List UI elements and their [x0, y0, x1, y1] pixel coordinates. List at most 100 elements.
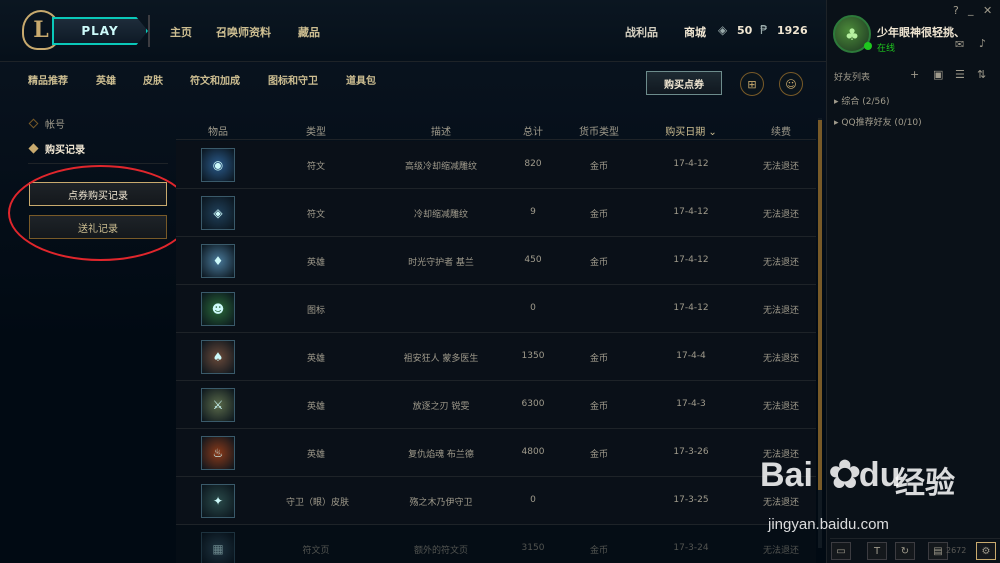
table-row[interactable]: ◉ 符文 高级冷却缩减雕纹 820 金币 17-4-12 无法退还 — [176, 141, 816, 189]
subnav-champions[interactable]: 英雄 — [96, 72, 116, 87]
cell-desc: 祖安狂人 蒙多医生 — [403, 354, 479, 364]
gift-icon[interactable]: ⊞ — [740, 72, 764, 96]
bell-icon[interactable]: ♪ — [979, 37, 986, 50]
sidebar-item-purchase-history[interactable]: 购买记录 — [28, 141, 85, 156]
table-row[interactable]: ▦ 符文页 额外的符文页 3150 金币 17-3-24 无法退还 — [176, 525, 816, 563]
sidebar-item-label: 购买记录 — [45, 145, 85, 156]
cell-type: 守卫（眼）皮肤 — [286, 498, 350, 508]
account-icon[interactable]: ☺ — [779, 72, 803, 96]
table-row[interactable]: ⚔ 英雄 放逐之刃 锐雯 6300 金币 17-4-3 无法退还 — [176, 381, 816, 429]
cell-date: 17-4-12 — [673, 303, 709, 313]
friend-group-label: 综合 (2/56) — [841, 97, 890, 107]
cell-desc: 额外的符文页 — [413, 546, 468, 556]
username[interactable]: 少年眼神很轻挑、 — [877, 24, 965, 40]
subnav-icons-wards[interactable]: 图标和守卫 — [268, 72, 318, 87]
cell-type: 英雄 — [306, 354, 325, 364]
friend-list-title: 好友列表 — [834, 73, 871, 83]
folder-icon[interactable]: ▣ — [933, 68, 943, 81]
sidebar-item-account[interactable]: 帐号 — [28, 116, 65, 131]
table-row[interactable]: ♨ 英雄 复仇焰魂 布兰德 4800 金币 17-3-26 无法退还 — [176, 429, 816, 477]
cell-date: 17-4-4 — [676, 351, 706, 361]
subnav-runes[interactable]: 符文和加成 — [190, 72, 240, 87]
friend-group-qq[interactable]: ▸ QQ推荐好友 (0/10) — [834, 115, 922, 128]
cell-type: 符文 — [306, 210, 325, 220]
cell-type: 符文页 — [302, 546, 330, 556]
cell-total: 4800 — [521, 447, 545, 457]
minimize-icon[interactable]: _ — [968, 3, 974, 16]
table-row[interactable]: ✦ 守卫（眼）皮肤 殇之木乃伊守卫 0 17-3-25 无法退还 — [176, 477, 816, 525]
col-total: 总计 — [523, 127, 543, 138]
friend-group-label: QQ推荐好友 (0/10) — [841, 118, 922, 128]
divider — [148, 15, 150, 47]
cell-refund: 无法退还 — [762, 306, 799, 316]
cell-currency: 金币 — [589, 210, 608, 220]
cell-refund: 无法退还 — [762, 210, 799, 220]
chevron-right-icon: ▸ — [834, 118, 839, 128]
item-thumbnail: ♠ — [201, 340, 235, 374]
col-desc: 描述 — [431, 127, 451, 138]
status-dot — [864, 42, 872, 50]
subnav-featured[interactable]: 精品推荐 — [28, 72, 68, 87]
nav-store[interactable]: 商城 — [684, 24, 706, 40]
table-row[interactable]: ☻ 图标 0 17-4-12 无法退还 — [176, 285, 816, 333]
item-thumbnail: ▦ — [201, 532, 235, 563]
nav-profile[interactable]: 召唤师资料 — [216, 24, 271, 40]
cell-total: 0 — [530, 303, 536, 313]
subnav-bundles[interactable]: 道具包 — [346, 72, 376, 87]
user-status[interactable]: 在线 — [877, 41, 895, 54]
cell-refund: 无法退还 — [762, 258, 799, 268]
watermark-cn: 经验 — [895, 466, 955, 501]
friend-group-general[interactable]: ▸ 综合 (2/56) — [834, 94, 890, 107]
chevron-right-icon: ▸ — [834, 97, 839, 107]
cell-desc: 冷却缩减雕纹 — [413, 210, 468, 220]
cell-currency: 金币 — [589, 258, 608, 268]
cell-desc: 高级冷却缩减雕纹 — [404, 162, 477, 172]
cell-desc: 放逐之刃 锐雯 — [412, 402, 470, 412]
nav-home[interactable]: 主页 — [170, 24, 192, 40]
cell-type: 英雄 — [306, 258, 325, 268]
buy-rp-button[interactable]: 购买点券 — [646, 71, 722, 95]
table-row[interactable]: ♠ 英雄 祖安狂人 蒙多医生 1350 金币 17-4-4 无法退还 — [176, 333, 816, 381]
cell-date: 17-4-12 — [673, 255, 709, 265]
subnav-skins[interactable]: 皮肤 — [143, 72, 163, 87]
scrollbar-thumb[interactable] — [818, 120, 822, 490]
cell-refund: 无法退还 — [762, 354, 799, 364]
cell-date: 17-4-12 — [673, 207, 709, 217]
item-thumbnail: ♦ — [201, 244, 235, 278]
nav-loot[interactable]: 战利品 — [625, 24, 658, 40]
cell-desc: 复仇焰魂 布兰德 — [408, 450, 474, 460]
cell-refund: 无法退还 — [762, 162, 799, 172]
close-icon[interactable]: ✕ — [983, 4, 992, 17]
add-friend-icon[interactable]: + — [910, 68, 919, 81]
annotation-circle — [8, 165, 193, 261]
nav-collection[interactable]: 藏品 — [298, 24, 320, 40]
cell-type: 英雄 — [306, 402, 325, 412]
diamond-icon — [28, 143, 39, 154]
cell-date: 17-3-26 — [673, 447, 709, 457]
mail-icon[interactable]: ✉ — [955, 38, 964, 51]
sort-icon[interactable]: ⇅ — [977, 68, 986, 81]
client-window: L PLAY 主页 召唤师资料 藏品 战利品 商城 ◈ 50 ₱ 1926 精品… — [0, 0, 1000, 563]
item-thumbnail: ☻ — [201, 292, 235, 326]
col-type: 类型 — [306, 127, 326, 138]
be-amount: 50 — [737, 24, 753, 37]
item-thumbnail: ◉ — [201, 148, 235, 182]
cell-date: 17-4-3 — [676, 399, 706, 409]
cell-total: 9 — [530, 207, 536, 217]
list-icon[interactable]: ☰ — [955, 68, 965, 81]
blue-essence-icon: ◈ — [718, 23, 728, 37]
help-icon[interactable]: ? — [953, 4, 959, 17]
col-item: 物品 — [208, 127, 228, 138]
table-row[interactable]: ◈ 符文 冷却缩减雕纹 9 金币 17-4-12 无法退还 — [176, 189, 816, 237]
table-row[interactable]: ♦ 英雄 时光守护者 基兰 450 金币 17-4-12 无法退还 — [176, 237, 816, 285]
cell-type: 英雄 — [306, 450, 325, 460]
cell-total: 0 — [530, 495, 536, 505]
top-bar: L PLAY 主页 召唤师资料 藏品 战利品 商城 ◈ 50 ₱ 1926 — [0, 0, 826, 62]
cell-currency: 金币 — [589, 402, 608, 412]
cell-total: 3150 — [521, 543, 545, 553]
cell-currency: 金币 — [589, 354, 608, 364]
cell-total: 820 — [524, 159, 542, 169]
play-button[interactable]: PLAY — [52, 17, 148, 45]
col-date[interactable]: 购买日期 ⌄ — [656, 123, 726, 138]
item-thumbnail: ♨ — [201, 436, 235, 470]
